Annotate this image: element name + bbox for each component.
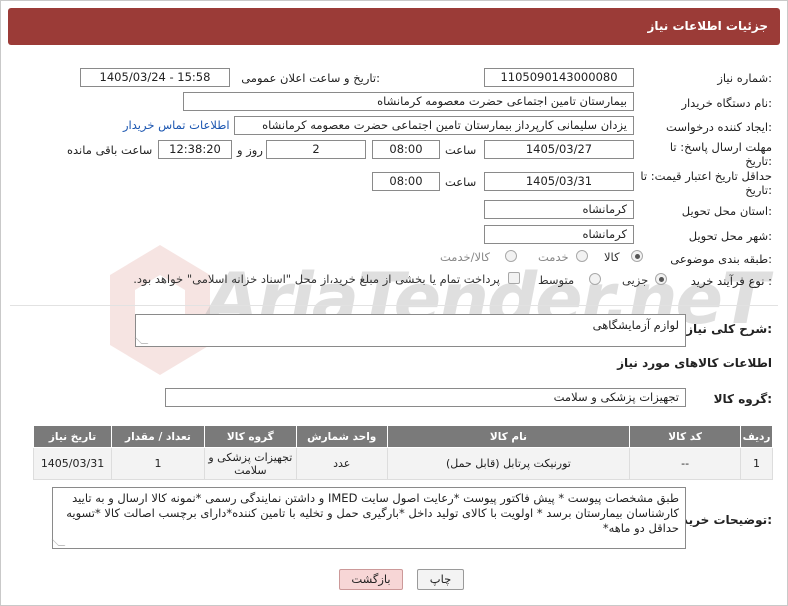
cell-item-name: تورنیکت پرتابل (قابل حمل): [386, 447, 631, 480]
process-option-minor: جزیی: [622, 273, 649, 287]
need-number-field: 1105090143000080: [484, 68, 634, 87]
deadline-time-field: 08:00: [372, 140, 440, 159]
process-type-label: نوع فرآیند خرید :: [690, 274, 772, 288]
category-label: طبقه بندی موضوعی:: [670, 252, 772, 266]
city-label: شهر محل تحویل:: [688, 229, 772, 243]
city-field: کرمانشاه: [484, 225, 634, 244]
min-validity-date-field: 1405/03/31: [484, 172, 634, 191]
col-header-quantity: تعداد / مقدار: [111, 425, 205, 448]
treasury-payment-note: پرداخت تمام یا بخشی از مبلغ خرید،از محل …: [133, 272, 500, 286]
cell-need-date: 1405/03/31: [32, 447, 113, 480]
goods-group-label: گروه کالا:: [713, 392, 772, 406]
table-header-row: ردیف کد کالا نام کالا واحد شمارش گروه کا…: [32, 425, 773, 448]
table-row: 1 -- تورنیکت پرتابل (قابل حمل) عدد تجهیز…: [32, 447, 773, 480]
need-number-label: شماره نیاز:: [717, 71, 772, 85]
min-validity-time-label: ساعت: [445, 175, 477, 189]
category-option-goods-service: کالا/خدمت: [440, 250, 491, 264]
resize-handle-icon[interactable]: [134, 337, 149, 344]
resize-handle-icon[interactable]: [51, 539, 66, 546]
col-header-item-name: نام کالا: [386, 425, 631, 448]
deadline-label: مهلت ارسال پاسخ: تا تاریخ:: [669, 140, 772, 168]
buyer-org-label: نام دستگاه خریدار:: [681, 96, 772, 110]
requester-label: ایجاد کننده درخواست:: [666, 120, 772, 134]
section-divider: [10, 305, 778, 306]
min-validity-time-field: 08:00: [372, 172, 440, 191]
deadline-time-label: ساعت: [445, 143, 477, 157]
goods-group-field: تجهیزات پزشکی و سلامت: [165, 388, 686, 407]
process-option-medium: متوسط: [538, 273, 575, 287]
col-header-item-code: کد کالا: [629, 425, 742, 448]
deadline-date-field: 1405/03/27: [484, 140, 634, 159]
min-validity-label: حداقل تاریخ اعتبار قیمت: تا تاریخ:: [640, 169, 772, 197]
buyer-contact-link[interactable]: اطلاعات تماس خریدار: [123, 118, 230, 132]
cell-unit: عدد: [295, 447, 388, 480]
requester-field: یزدان سلیمانی کارپرداز بیمارستان تامین ا…: [234, 116, 634, 135]
deadline-days-label: روز و: [237, 143, 263, 157]
remaining-time-label: ساعت باقی مانده: [67, 143, 153, 157]
deadline-days-field: 2: [266, 140, 366, 159]
category-radio-goods[interactable]: [631, 250, 643, 262]
buyer-notes-text: طبق مشخصات پیوست * پیش فاکتور پیوست *رعا…: [66, 491, 679, 535]
province-field: کرمانشاه: [484, 200, 634, 219]
cell-quantity: 1: [111, 447, 205, 480]
category-option-service: خدمت: [538, 250, 569, 264]
category-radio-goods-service[interactable]: [505, 250, 517, 262]
col-header-item-group: گروه کالا: [203, 425, 297, 448]
panel-header: جزئیات اطلاعات نیاز: [8, 8, 780, 45]
cell-item-code: --: [629, 447, 742, 480]
process-radio-minor[interactable]: [655, 273, 667, 285]
category-option-goods: کالا: [604, 250, 620, 264]
remaining-time-field: 12:38:20: [158, 140, 232, 159]
cell-item-group: تجهیزات پزشکی و سلامت: [203, 447, 297, 480]
announce-datetime-label: تاریخ و ساعت اعلان عمومی:: [241, 71, 380, 85]
treasury-payment-checkbox[interactable]: [508, 272, 520, 284]
buyer-org-field: بیمارستان تامین اجتماعی حضرت معصومه کرما…: [183, 92, 634, 111]
need-description-textarea[interactable]: لوازم آزمایشگاهی: [134, 314, 686, 347]
category-radio-service[interactable]: [576, 250, 588, 262]
goods-info-heading: اطلاعات کالاهای مورد نیاز: [617, 356, 772, 370]
need-description-text: لوازم آزمایشگاهی: [592, 318, 679, 332]
page-title: جزئیات اطلاعات نیاز: [647, 19, 768, 33]
announce-datetime-field: 1405/03/24 - 15:58: [80, 68, 230, 87]
process-radio-medium[interactable]: [589, 273, 601, 285]
col-header-unit: واحد شمارش: [295, 425, 388, 448]
col-header-row-number: ردیف: [740, 425, 773, 448]
need-description-label: شرح کلی نیاز:: [686, 322, 772, 336]
back-button[interactable]: بازگشت: [339, 569, 403, 590]
col-header-need-date: تاریخ نیاز: [32, 425, 113, 448]
print-button[interactable]: چاپ: [417, 569, 464, 590]
items-table: ردیف کد کالا نام کالا واحد شمارش گروه کا…: [32, 425, 773, 480]
cell-row-number: 1: [740, 447, 773, 480]
province-label: استان محل تحویل:: [681, 204, 772, 218]
buyer-notes-textarea[interactable]: طبق مشخصات پیوست * پیش فاکتور پیوست *رعا…: [51, 487, 686, 549]
